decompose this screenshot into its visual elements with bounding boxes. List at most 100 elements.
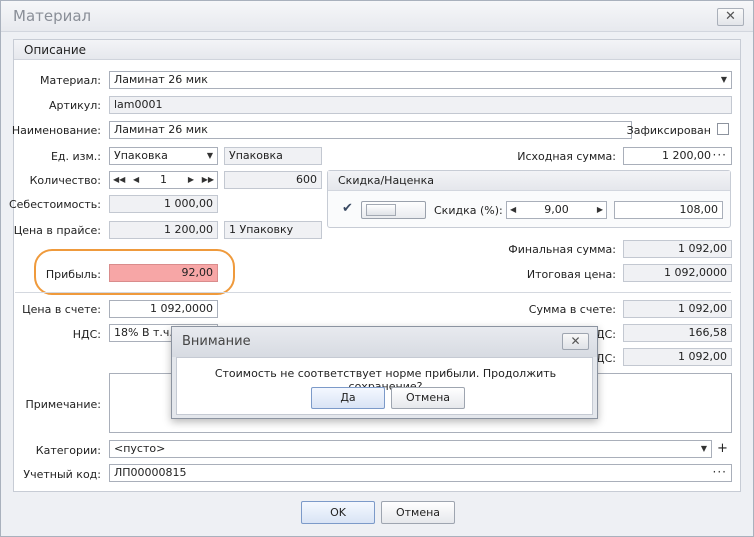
discount-percent-value: 9,00: [544, 203, 569, 216]
toggle-knob[interactable]: [366, 204, 396, 216]
invoice-price-label: Цена в счете:: [22, 303, 101, 316]
vat-sum-value: 166,58: [688, 326, 728, 339]
next-icon[interactable]: ▶: [597, 202, 603, 218]
material-value: Ламинат 26 мик: [114, 73, 208, 86]
ok-button[interactable]: OK: [301, 501, 375, 524]
add-category-icon[interactable]: +: [717, 441, 728, 456]
next-icon[interactable]: ▶: [188, 172, 194, 188]
material-window: Материал ✕ Описание Материал: Ламинат 26…: [0, 0, 754, 537]
dialog-message: Стоимость не соответствует норме прибыли…: [214, 367, 557, 393]
ellipsis-icon[interactable]: ···: [713, 465, 727, 480]
name-label: Наименование:: [11, 124, 101, 137]
vat-sum-field[interactable]: 166,58: [623, 324, 732, 342]
quantity-total-field[interactable]: 600: [224, 171, 322, 189]
cost-value: 1 000,00: [164, 197, 213, 210]
window-close-button[interactable]: ✕: [717, 8, 744, 26]
profit-field[interactable]: 92,00: [109, 264, 218, 282]
dialog-yes-label: Да: [340, 391, 356, 404]
account-code-label: Учетный код:: [23, 468, 101, 481]
discount-amount-value: 108,00: [679, 203, 719, 216]
dialog-title-bar[interactable]: Внимание ✕: [172, 327, 597, 357]
quantity-total-value: 600: [296, 173, 317, 186]
final-sum-label: Финальная сумма:: [508, 243, 616, 256]
window-title: Материал: [13, 7, 92, 25]
dialog-close-button[interactable]: ✕: [562, 333, 589, 350]
categories-value: <пусто>: [114, 442, 166, 455]
discount-header: Скидка/Наценка: [328, 171, 730, 191]
prev-icon[interactable]: ◀: [510, 202, 516, 218]
account-code-value: ЛП00000815: [114, 466, 187, 479]
source-sum-value: 1 200,00: [662, 149, 711, 162]
row3-sum-value: 1 092,00: [678, 350, 727, 363]
discount-percent-stepper[interactable]: ◀ 9,00 ▶: [506, 201, 607, 219]
source-sum-label: Исходная сумма:: [517, 150, 616, 163]
close-icon: ✕: [570, 334, 581, 348]
name-value: Ламинат 26 мик: [114, 123, 208, 136]
close-icon: ✕: [725, 9, 736, 24]
first-icon[interactable]: ◀◀: [113, 172, 125, 188]
final-sum-field[interactable]: 1 092,00: [623, 240, 732, 258]
cost-field[interactable]: 1 000,00: [109, 195, 218, 213]
ellipsis-icon[interactable]: ···: [713, 148, 727, 163]
divider: [15, 292, 731, 293]
dialog-body: Стоимость не соответствует норме прибыли…: [176, 357, 593, 415]
quantity-value: 1: [160, 173, 167, 186]
total-price-label: Итоговая цена:: [526, 268, 616, 281]
final-sum-value: 1 092,00: [678, 242, 727, 255]
row3-sum-label: ДС:: [596, 352, 616, 365]
fixed-label: Зафиксирован: [626, 124, 711, 137]
article-label: Артикул:: [49, 99, 101, 112]
material-label: Материал:: [39, 74, 101, 87]
fixed-checkbox[interactable]: [717, 123, 729, 135]
last-icon[interactable]: ▶▶: [202, 172, 214, 188]
discount-title: Скидка/Наценка: [338, 174, 435, 187]
total-price-field[interactable]: 1 092,0000: [623, 264, 732, 282]
article-value: lam0001: [114, 98, 163, 111]
material-select[interactable]: Ламинат 26 мик ▼: [109, 71, 732, 89]
invoice-sum-label: Сумма в счете:: [528, 303, 616, 316]
vat-sum-label: ДС:: [596, 328, 616, 341]
dialog-yes-button[interactable]: Да: [311, 387, 385, 409]
quantity-stepper[interactable]: ◀◀ ◀ 1 ▶ ▶▶: [109, 171, 218, 189]
unit-name-field[interactable]: Упаковка: [224, 147, 322, 165]
total-price-value: 1 092,0000: [664, 266, 727, 279]
cost-label: Себестоимость:: [8, 198, 101, 211]
unit-value: Упаковка: [114, 149, 168, 162]
chevron-down-icon[interactable]: ▼: [701, 441, 707, 457]
discount-toggle[interactable]: [361, 201, 426, 219]
unit-label: Ед. изм.:: [50, 150, 101, 163]
categories-label: Категории:: [35, 444, 101, 457]
invoice-sum-field[interactable]: 1 092,00: [623, 300, 732, 318]
invoice-price-field[interactable]: 1 092,0000: [109, 300, 218, 318]
cancel-button[interactable]: Отмена: [381, 501, 455, 524]
categories-select[interactable]: <пусто> ▼: [109, 440, 712, 458]
row3-sum-field[interactable]: 1 092,00: [623, 348, 732, 366]
price-list-value: 1 200,00: [164, 223, 213, 236]
price-list-field[interactable]: 1 200,00: [109, 221, 218, 239]
discount-amount-field[interactable]: 108,00: [614, 201, 723, 219]
invoice-price-value: 1 092,0000: [150, 302, 213, 315]
unit-select[interactable]: Упаковка ▼: [109, 147, 218, 165]
chevron-down-icon[interactable]: ▼: [721, 72, 727, 88]
note-label: Примечание:: [25, 398, 101, 411]
prev-icon[interactable]: ◀: [133, 172, 139, 188]
discount-checkbox[interactable]: ✔: [342, 202, 354, 215]
chevron-down-icon[interactable]: ▼: [207, 148, 213, 164]
dialog-no-button[interactable]: Отмена: [391, 387, 465, 409]
price-list-unit-field[interactable]: 1 Упаковку: [224, 221, 322, 239]
discount-percent-label: Скидка (%):: [434, 204, 503, 217]
vat-label: НДС:: [72, 328, 101, 341]
article-field[interactable]: lam0001: [109, 96, 732, 114]
source-sum-field[interactable]: 1 200,00 ···: [623, 147, 732, 165]
warning-dialog: Внимание ✕ Стоимость не соответствует но…: [171, 326, 598, 419]
price-list-label: Цена в прайсе:: [13, 224, 101, 237]
group-title: Описание: [24, 43, 87, 57]
unit-name-value: Упаковка: [229, 149, 283, 162]
group-header: Описание: [14, 40, 740, 60]
price-list-unit-value: 1 Упаковку: [229, 223, 294, 236]
name-field[interactable]: Ламинат 26 мик: [109, 121, 632, 139]
title-bar[interactable]: Материал ✕: [1, 1, 753, 32]
dialog-no-label: Отмена: [405, 391, 451, 404]
quantity-label: Количество:: [29, 174, 101, 187]
account-code-field[interactable]: ЛП00000815 ···: [109, 464, 732, 482]
